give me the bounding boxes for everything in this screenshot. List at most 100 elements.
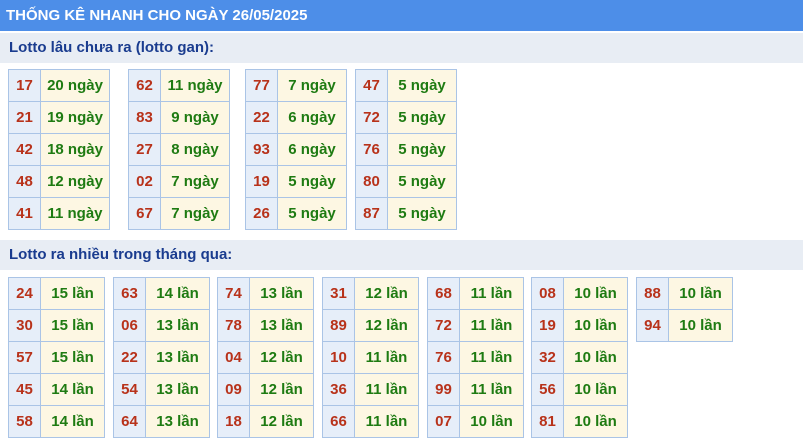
times-drawn: 14 lần [40,405,105,438]
frequent-table-1: 24 15 lần 30 15 lần 57 15 lần 45 14 lần 58 14 lần [8,277,105,438]
days-absent: 9 ngày [160,101,230,134]
times-drawn: 10 lần [563,405,628,438]
times-drawn: 12 lần [249,373,314,406]
lotto-number: 04 [217,341,250,374]
times-drawn: 15 lần [40,309,105,342]
lotto-number: 27 [128,133,161,166]
frequent-table-3: 74 13 lần 78 13 lần 04 12 lần 09 12 lần 18 12 lần [217,277,314,438]
table-row: 45 14 lần [8,373,105,406]
table-row: 08 10 lần [531,277,628,310]
table-row: 66 11 lần [322,405,419,438]
table-row: 19 5 ngày [245,165,347,198]
table-row: 10 11 lần [322,341,419,374]
table-row: 17 20 ngày [8,69,110,102]
lotto-number: 58 [8,405,41,438]
days-absent: 5 ngày [387,101,457,134]
lotto-number: 19 [531,309,564,342]
times-drawn: 12 lần [354,277,419,310]
table-row: 81 10 lần [531,405,628,438]
lotto-number: 26 [245,197,278,230]
times-drawn: 11 lần [459,277,524,310]
table-row: 47 5 ngày [355,69,457,102]
table-row: 93 6 ngày [245,133,347,166]
table-row: 94 10 lần [636,309,733,342]
table-row: 78 13 lần [217,309,314,342]
times-drawn: 15 lần [40,341,105,374]
lotto-number: 76 [427,341,460,374]
lotto-number: 89 [322,309,355,342]
table-row: 56 10 lần [531,373,628,406]
lotto-number: 94 [636,309,669,342]
lotto-number: 17 [8,69,41,102]
lotto-number: 54 [113,373,146,406]
lotto-number: 41 [8,197,41,230]
lotto-number: 18 [217,405,250,438]
times-drawn: 11 lần [459,309,524,342]
times-drawn: 11 lần [354,373,419,406]
frequent-table-5: 68 11 lần 72 11 lần 76 11 lần 99 11 lần 07 10 lần [427,277,524,438]
lotto-number: 22 [113,341,146,374]
lotto-number: 09 [217,373,250,406]
frequent-table-6: 08 10 lần 19 10 lần 32 10 lần 56 10 lần 81 10 lần [531,277,628,438]
lotto-number: 80 [355,165,388,198]
lotto-number: 07 [427,405,460,438]
times-drawn: 13 lần [249,309,314,342]
lotto-frequent-section-title: Lotto ra nhiều trong tháng qua: [0,240,803,270]
days-absent: 5 ngày [387,197,457,230]
frequent-table-2: 63 14 lần 06 13 lần 22 13 lần 54 13 lần 64 13 lần [113,277,210,438]
times-drawn: 13 lần [145,373,210,406]
lotto-number: 81 [531,405,564,438]
table-row: 18 12 lần [217,405,314,438]
days-absent: 20 ngày [40,69,110,102]
table-row: 67 7 ngày [128,197,230,230]
lotto-number: 32 [531,341,564,374]
times-drawn: 13 lần [249,277,314,310]
days-absent: 18 ngày [40,133,110,166]
table-row: 48 12 ngày [8,165,110,198]
table-row: 04 12 lần [217,341,314,374]
days-absent: 7 ngày [160,197,230,230]
table-row: 64 13 lần [113,405,210,438]
times-drawn: 10 lần [668,277,733,310]
table-row: 62 11 ngày [128,69,230,102]
lotto-number: 74 [217,277,250,310]
lotto-gan-section-title: Lotto lâu chưa ra (lotto gan): [0,33,803,63]
lotto-number: 57 [8,341,41,374]
gan-table-4: 47 5 ngày 72 5 ngày 76 5 ngày 80 5 ngày 87 5 ngày [355,69,457,230]
times-drawn: 10 lần [563,309,628,342]
times-drawn: 10 lần [563,373,628,406]
lotto-number: 47 [355,69,388,102]
lotto-number: 08 [531,277,564,310]
times-drawn: 11 lần [459,341,524,374]
days-absent: 19 ngày [40,101,110,134]
lotto-number: 66 [322,405,355,438]
lotto-number: 30 [8,309,41,342]
gan-table-2: 62 11 ngày 83 9 ngày 27 8 ngày 02 7 ngày 67 7 ngà… [128,69,230,230]
lotto-number: 21 [8,101,41,134]
table-row: 99 11 lần [427,373,524,406]
table-row: 76 11 lần [427,341,524,374]
times-drawn: 10 lần [563,277,628,310]
table-row: 68 11 lần [427,277,524,310]
table-row: 42 18 ngày [8,133,110,166]
times-drawn: 10 lần [668,309,733,342]
lotto-number: 68 [427,277,460,310]
times-drawn: 12 lần [354,309,419,342]
table-row: 36 11 lần [322,373,419,406]
table-row: 21 19 ngày [8,101,110,134]
lotto-number: 83 [128,101,161,134]
days-absent: 11 ngày [40,197,110,230]
days-absent: 5 ngày [387,69,457,102]
table-row: 22 13 lần [113,341,210,374]
lotto-number: 67 [128,197,161,230]
lotto-number: 87 [355,197,388,230]
table-row: 88 10 lần [636,277,733,310]
table-row: 32 10 lần [531,341,628,374]
table-row: 07 10 lần [427,405,524,438]
table-row: 72 5 ngày [355,101,457,134]
table-row: 63 14 lần [113,277,210,310]
lotto-number: 02 [128,165,161,198]
times-drawn: 13 lần [145,341,210,374]
times-drawn: 11 lần [354,341,419,374]
lotto-number: 45 [8,373,41,406]
